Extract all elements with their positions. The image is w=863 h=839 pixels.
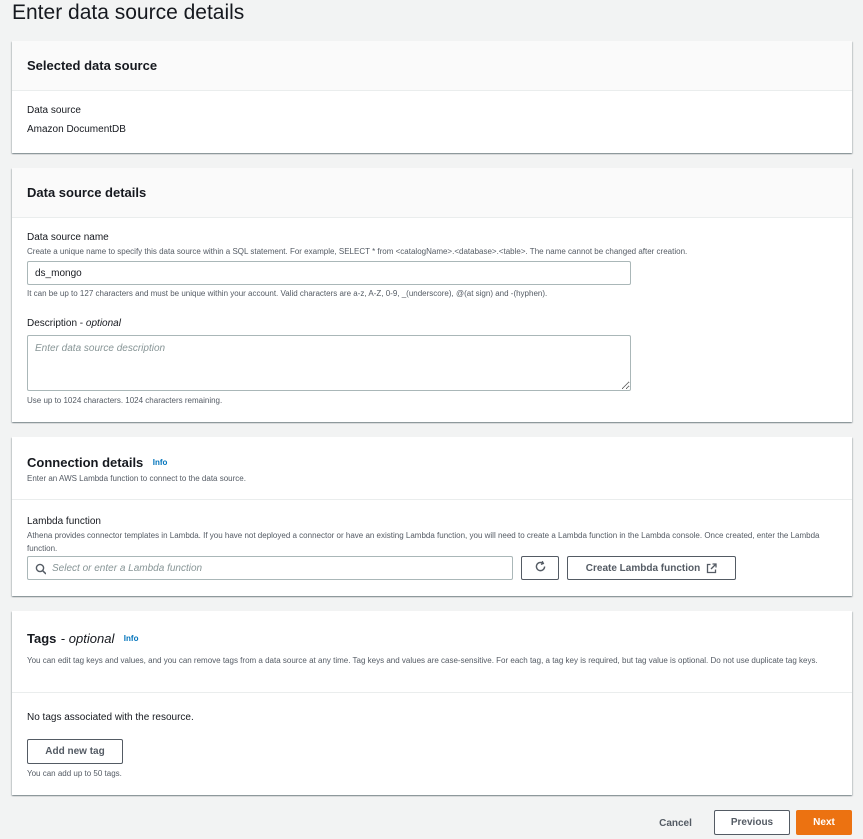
refresh-button[interactable] bbox=[521, 556, 559, 580]
tags-title-separator: - bbox=[60, 631, 69, 646]
page-title: Enter data source details bbox=[12, 1, 245, 24]
tags-info-link[interactable]: Info bbox=[124, 634, 139, 643]
lambda-function-description: Athena provides connector templates in L… bbox=[27, 531, 820, 553]
external-link-icon bbox=[706, 562, 717, 574]
refresh-icon bbox=[534, 560, 547, 576]
panel-title: Selected data source bbox=[27, 58, 158, 73]
data-source-label: Data source bbox=[27, 105, 81, 116]
tags-title: Tags bbox=[27, 631, 57, 646]
selected-data-source-panel: Selected data source Data source Amazon … bbox=[12, 41, 852, 153]
tags-limit-hint: You can add up to 50 tags. bbox=[27, 769, 122, 778]
data-source-name-label: Data source name bbox=[27, 232, 109, 243]
description-label: Description - optional bbox=[27, 318, 121, 329]
panel-header: Data source details bbox=[12, 168, 852, 218]
panel-title: Data source details bbox=[27, 185, 147, 200]
cancel-button[interactable]: Cancel bbox=[648, 811, 703, 835]
description-hint: Use up to 1024 characters. 1024 characte… bbox=[27, 396, 223, 405]
data-source-value: Amazon DocumentDB bbox=[27, 124, 126, 135]
data-source-name-hint: It can be up to 127 characters and must … bbox=[27, 289, 548, 298]
next-label: Next bbox=[813, 817, 835, 828]
tags-empty-message: No tags associated with the resource. bbox=[27, 712, 194, 723]
cancel-label: Cancel bbox=[659, 817, 692, 829]
connection-title: Connection details bbox=[27, 455, 144, 470]
description-optional: optional bbox=[85, 318, 121, 329]
data-source-name-description: Create a unique name to specify this dat… bbox=[27, 247, 688, 256]
create-lambda-function-label: Create Lambda function bbox=[585, 562, 701, 574]
tags-description: You can edit tag keys and values, and yo… bbox=[27, 656, 818, 665]
connection-info-link[interactable]: Info bbox=[153, 458, 168, 467]
lambda-function-label: Lambda function bbox=[27, 516, 101, 527]
create-lambda-function-button[interactable]: Create Lambda function bbox=[567, 556, 736, 580]
add-new-tag-button[interactable]: Add new tag bbox=[27, 739, 123, 764]
description-label-text: Description bbox=[27, 318, 78, 329]
lambda-function-select[interactable] bbox=[27, 556, 513, 580]
data-source-details-panel: Data source details Data source name Cre… bbox=[12, 168, 852, 422]
previous-button[interactable]: Previous bbox=[714, 810, 790, 835]
lambda-function-input[interactable] bbox=[46, 557, 506, 579]
add-new-tag-label: Add new tag bbox=[45, 746, 105, 757]
connection-heading: Connection details Info bbox=[27, 454, 167, 472]
divider bbox=[12, 499, 852, 500]
next-button[interactable]: Next bbox=[796, 810, 852, 835]
connection-details-panel: Connection details Info Enter an AWS Lam… bbox=[12, 437, 852, 596]
data-source-name-input[interactable] bbox=[27, 261, 631, 285]
panel-header: Selected data source bbox=[12, 41, 852, 91]
connection-subheading: Enter an AWS Lambda function to connect … bbox=[27, 474, 246, 483]
tags-optional: optional bbox=[68, 631, 115, 646]
description-textarea[interactable] bbox=[27, 335, 631, 391]
tags-heading: Tags - optional Info bbox=[27, 630, 138, 648]
previous-label: Previous bbox=[730, 817, 774, 828]
tags-panel: Tags - optional Info You can edit tag ke… bbox=[12, 611, 852, 795]
divider bbox=[12, 692, 852, 693]
